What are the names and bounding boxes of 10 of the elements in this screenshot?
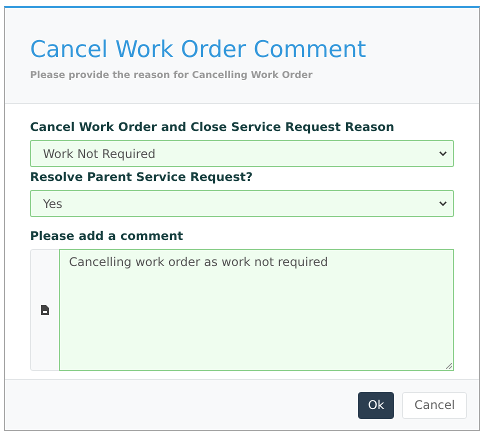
comment-field[interactable]: Cancelling work order as work not required bbox=[59, 249, 454, 371]
field-label: Please add a comment bbox=[30, 229, 184, 244]
cancel-button[interactable]: Cancel bbox=[402, 392, 467, 418]
dialog-title: Cancel Work Order Comment bbox=[30, 36, 368, 64]
ok-button[interactable]: Ok bbox=[358, 392, 394, 418]
field-label: Cancel Work Order and Close Service Request Reason bbox=[30, 120, 396, 135]
dropdown-field[interactable]: Yes bbox=[30, 190, 454, 217]
field-label: Resolve Parent Service Request? bbox=[30, 170, 254, 185]
dialog-subtitle: Please provide the reason for Cancelling Work Order bbox=[30, 70, 314, 81]
dropdown-field[interactable]: Work Not Required bbox=[30, 140, 454, 167]
